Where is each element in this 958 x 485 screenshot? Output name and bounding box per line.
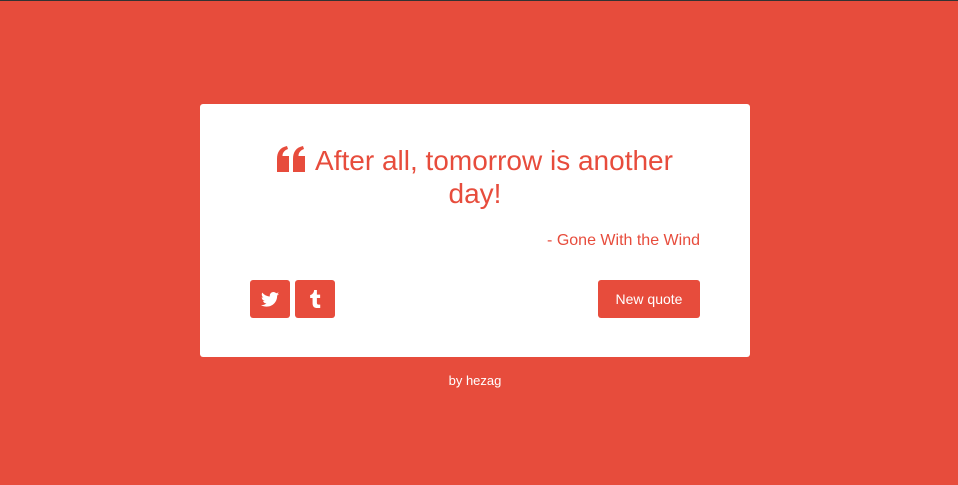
quote-text: After all, tomorrow is another day! xyxy=(315,145,673,209)
new-quote-button[interactable]: New quote xyxy=(598,280,700,318)
tweet-quote-button[interactable] xyxy=(250,280,290,318)
footer-credit: by hezag xyxy=(448,373,502,388)
quote-box: After all, tomorrow is another day! - Go… xyxy=(200,104,750,357)
quote-left-icon xyxy=(277,146,306,172)
tumblr-quote-button[interactable] xyxy=(295,280,335,318)
tumblr-icon xyxy=(310,290,321,308)
quote-author: - Gone With the Wind xyxy=(547,232,700,249)
top-border xyxy=(0,0,958,1)
quote-text-block: After all, tomorrow is another day! xyxy=(250,144,700,210)
twitter-icon xyxy=(261,291,279,307)
